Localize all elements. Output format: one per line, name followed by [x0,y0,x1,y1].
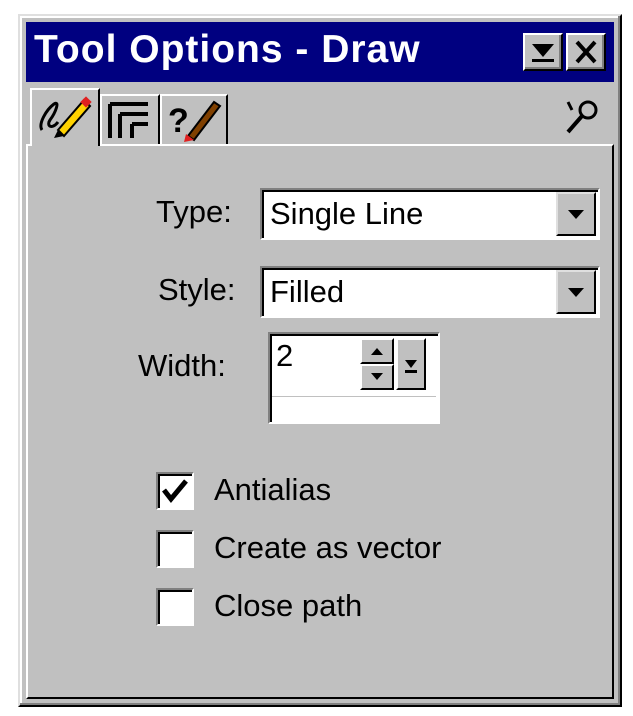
tab-layout-icon [108,102,148,138]
tab-layout[interactable] [100,94,160,144]
type-label: Type: [156,194,232,229]
close-path-label[interactable]: Close path [214,588,362,624]
width-label: Width: [138,348,226,383]
pencil-icon [39,96,92,138]
chevron-up-icon [371,348,383,355]
slider-popup-icon [405,360,417,373]
tab-brush-help[interactable]: ? [160,94,228,144]
antialias-label[interactable]: Antialias [214,472,331,508]
type-dropdown-button[interactable] [556,192,596,236]
stepper-divider [272,396,436,397]
create-as-vector-label[interactable]: Create as vector [214,530,441,566]
style-label: Style: [158,272,236,307]
type-select-value: Single Line [270,196,424,231]
close-path-checkbox[interactable] [156,588,194,626]
checkmark-icon [162,479,188,503]
wrench-icon[interactable] [562,96,602,136]
style-dropdown-button[interactable] [556,270,596,314]
chevron-down-icon [371,373,383,380]
width-decrement-button[interactable] [360,364,394,390]
tool-options-window: Tool Options - Draw ? Type: Single Line … [18,14,622,707]
title-bar[interactable]: Tool Options - Draw [26,22,614,82]
style-select[interactable]: Filled [260,266,600,318]
window-title: Tool Options - Draw [34,28,421,71]
antialias-checkbox[interactable] [156,472,194,510]
palette-menu-button[interactable] [523,33,563,71]
width-value[interactable]: 2 [276,338,293,374]
svg-text:?: ? [168,102,189,140]
width-stepper[interactable]: 2 [268,332,440,424]
chevron-down-icon [568,210,584,219]
close-button[interactable] [566,33,606,71]
tab-strip: ? [26,84,614,146]
down-triangle-icon [532,44,554,62]
help-brush-icon: ? [168,100,222,142]
style-select-value: Filled [270,274,345,309]
type-select[interactable]: Single Line [260,188,600,240]
chevron-down-icon [568,288,584,297]
width-slider-popup-button[interactable] [396,338,426,390]
close-icon [575,40,597,64]
options-panel: Type: Single Line Style: Filled Width: 2 [26,144,614,699]
tab-draw-tool[interactable] [30,88,100,146]
create-as-vector-checkbox[interactable] [156,530,194,568]
width-increment-button[interactable] [360,338,394,364]
